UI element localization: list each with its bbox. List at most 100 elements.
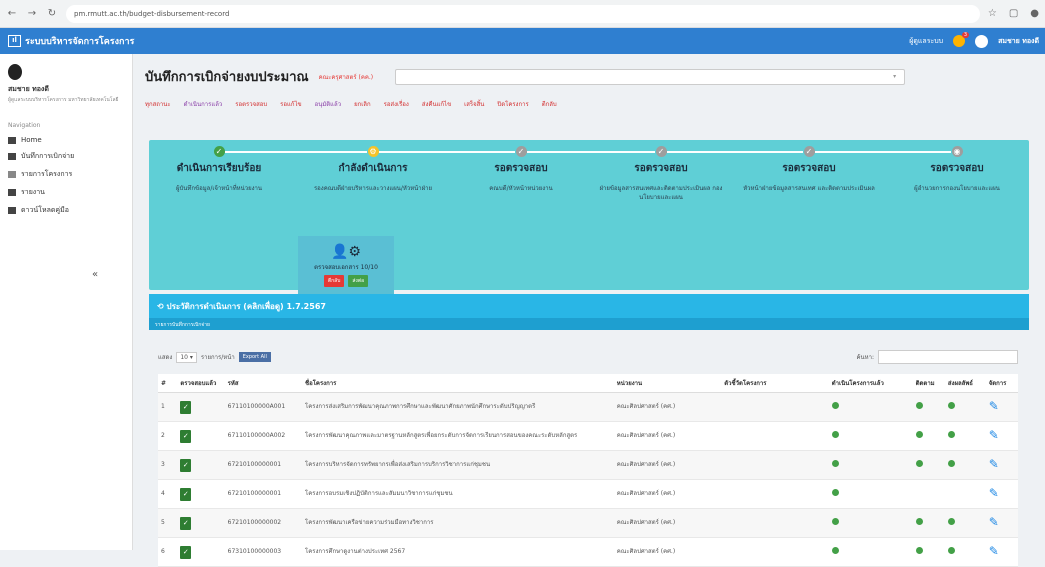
- column-header[interactable]: #: [158, 374, 178, 393]
- verified-document-icon[interactable]: ✓: [180, 516, 192, 530]
- column-header[interactable]: จัดการ: [985, 374, 1018, 393]
- step-status-icon: ✓: [213, 146, 225, 157]
- track-cell: [912, 392, 945, 422]
- history-toggle[interactable]: ⟲ ประวัติการดำเนินการ (คลิกเพื่อดู) 1.7.…: [149, 294, 1029, 318]
- project-code: 67210100000001: [224, 450, 303, 480]
- department: คณะศิลปศาสตร์ (คศ.): [613, 537, 722, 567]
- tab-status-5[interactable]: ยกเลิก: [354, 99, 371, 109]
- address-bar[interactable]: pm.rmutt.ac.th/budget-disbursement-recor…: [66, 4, 980, 23]
- edit-icon[interactable]: ✎: [989, 515, 999, 529]
- verified-document-icon[interactable]: ✓: [180, 429, 192, 443]
- table-icon: [8, 153, 16, 160]
- user-avatar-icon: [8, 64, 22, 80]
- export-all-button[interactable]: Export All: [238, 352, 271, 362]
- tab-status-9[interactable]: ปิดโครงการ: [497, 99, 528, 109]
- row-number: 5: [158, 508, 178, 538]
- profile-icon[interactable]: ●: [1030, 8, 1039, 19]
- column-header[interactable]: ดำเนินโครงการแล้ว: [828, 374, 913, 393]
- page-size-select[interactable]: 10 ▾: [176, 351, 197, 363]
- check-circle-icon: [947, 460, 955, 467]
- main-content: บันทึกการเบิกจ่ายงบประมาณ คณะครุศาสตร์ (…: [133, 54, 1045, 567]
- tab-status-3[interactable]: รอแก้ไข: [280, 99, 301, 109]
- extension-icon[interactable]: ▢: [1009, 8, 1018, 19]
- edit-icon[interactable]: ✎: [989, 428, 999, 442]
- page-size-value: 10: [180, 353, 188, 361]
- column-header[interactable]: หน่วยงาน: [613, 374, 722, 393]
- tab-status-8[interactable]: เสร็จสิ้น: [464, 99, 484, 109]
- step-title: ดำเนินการเรียบร้อย: [176, 163, 262, 174]
- star-icon[interactable]: ☆: [988, 8, 997, 19]
- verified-document-icon[interactable]: ✓: [180, 458, 192, 472]
- step-status-icon: ◉: [951, 146, 963, 157]
- step-status-icon: ✓: [655, 146, 667, 157]
- sidebar-item-download[interactable]: ดาวน์โหลดคู่มือ: [8, 205, 124, 216]
- workflow-step: ✓ รอตรวจสอบ หัวหน้าฝ่ายข้อมูลสารสนเทศ และต…: [739, 146, 879, 193]
- column-header[interactable]: ตัวชี้วัดโครงการ: [721, 374, 829, 393]
- tab-status-4[interactable]: อนุมัติแล้ว: [315, 99, 341, 109]
- tab-status-10[interactable]: ตีกลับ: [542, 99, 557, 109]
- sidebar-user-name[interactable]: สมชาย ทองดี: [8, 84, 124, 95]
- user-menu[interactable]: สมชาย ทองดี: [998, 36, 1039, 47]
- step-desc: ฝ่ายข้อมูลสารสนเทศและติดตามประเมินผล กอง…: [599, 185, 723, 201]
- row-number: 4: [158, 479, 178, 509]
- tab-status-0[interactable]: ทุกสถานะ: [145, 99, 171, 109]
- step-title: รอตรวจสอบ: [930, 163, 984, 174]
- verified-document-icon[interactable]: ✓: [180, 487, 192, 501]
- bell-icon[interactable]: 3: [953, 32, 970, 47]
- users-icon: 👤⚙: [331, 244, 361, 260]
- browser-bar: ← → ↻ pm.rmutt.ac.th/budget-disbursement…: [0, 0, 1045, 28]
- role-dropdown[interactable]: ผู้ดูแลระบบ: [909, 36, 943, 47]
- sidebar-item-reports[interactable]: รายงาน: [8, 187, 124, 198]
- column-header[interactable]: ชื่อโครงการ: [302, 374, 614, 393]
- verified-document-icon[interactable]: ✓: [180, 545, 192, 559]
- track-cell: [912, 421, 945, 451]
- collapse-icon[interactable]: «: [92, 269, 98, 280]
- forward-icon[interactable]: →: [26, 8, 38, 19]
- column-header[interactable]: ส่งผลลัพธ์: [944, 374, 986, 393]
- check-circle-icon: [831, 431, 839, 438]
- tab-status-1[interactable]: ดำเนินการแล้ว: [184, 99, 223, 109]
- column-header[interactable]: ติดตาม: [912, 374, 945, 393]
- page-title: บันทึกการเบิกจ่ายงบประมาณ: [145, 70, 309, 85]
- step-desc: คณบดี/หัวหน้าหน่วยงาน: [489, 185, 553, 192]
- page-tag: คณะครุศาสตร์ (คค.): [318, 73, 374, 81]
- column-header[interactable]: รหัส: [224, 374, 303, 393]
- project-code: 67310100000003: [224, 537, 303, 567]
- department: คณะศิลปศาสตร์ (คศ.): [613, 479, 722, 509]
- sidebar-item-label: ดาวน์โหลดคู่มือ: [21, 206, 69, 214]
- column-header[interactable]: ตรวจสอบแล้ว: [177, 374, 225, 393]
- track-cell: [912, 450, 945, 480]
- edit-icon[interactable]: ✎: [989, 486, 999, 500]
- search-input[interactable]: [878, 350, 1018, 364]
- forward-button[interactable]: ส่งต่อ: [348, 275, 369, 287]
- notif-badge: 3: [961, 32, 970, 38]
- tab-status-7[interactable]: ส่งคืนแก้ไข: [422, 99, 451, 109]
- step-desc: หัวหน้าฝ่ายข้อมูลสารสนเทศ และติดตามประเม…: [743, 185, 875, 192]
- result-cell: [944, 392, 986, 422]
- table-controls: แสดง 10 ▾ รายการ/หน้า Export All ค้นหา:: [158, 350, 1018, 364]
- tab-status-2[interactable]: รอตรวจสอบ: [235, 99, 267, 109]
- sidebar-item-projects[interactable]: รายการโครงการ: [8, 169, 124, 180]
- user-avatar[interactable]: [975, 34, 989, 48]
- check-circle-icon: [915, 518, 923, 525]
- search-label: ค้นหา:: [856, 354, 874, 361]
- app-brand[interactable]: ıl ระบบบริหารจัดการโครงการ: [0, 34, 300, 48]
- department-select[interactable]: ▾: [395, 68, 906, 85]
- reject-button[interactable]: ตีกลับ: [323, 275, 345, 287]
- verified-document-icon[interactable]: ✓: [180, 400, 192, 414]
- back-icon[interactable]: ←: [6, 8, 18, 19]
- edit-icon[interactable]: ✎: [989, 457, 999, 471]
- reload-icon[interactable]: ↻: [46, 8, 58, 19]
- check-circle-icon: [831, 489, 839, 496]
- row-number: 1: [158, 392, 178, 422]
- done-cell: [828, 392, 913, 422]
- result-cell: [944, 421, 986, 451]
- edit-icon[interactable]: ✎: [989, 544, 999, 558]
- tab-status-6[interactable]: รอส่งเรื่อง: [384, 99, 409, 109]
- sidebar-item-home[interactable]: Home: [8, 136, 124, 144]
- indicator-cell: [721, 479, 829, 509]
- table-row: 1 ✓ 67110100000A001 โครงการส่งเสริมการพั…: [158, 392, 1018, 422]
- edit-icon[interactable]: ✎: [989, 399, 999, 413]
- history-subtitle: รายการบันทึกการเบิกจ่าย: [149, 318, 1029, 330]
- sidebar-item-disbursement[interactable]: บันทึกการเบิกจ่าย: [8, 151, 124, 162]
